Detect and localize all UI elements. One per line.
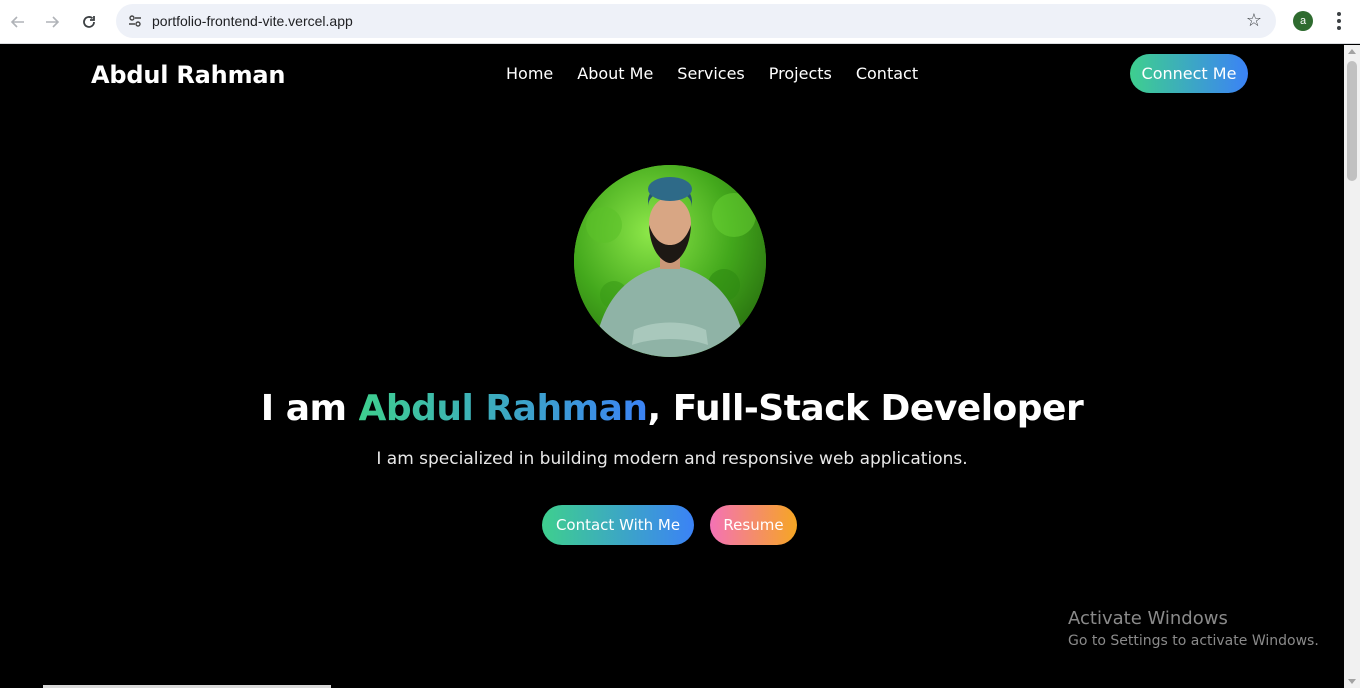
scrollbar-thumb[interactable] [1347,61,1357,181]
nav-home[interactable]: Home [506,64,553,83]
connect-me-button[interactable]: Connect Me [1130,54,1248,93]
headline-prefix: I am [260,388,359,429]
main-nav: Home About Me Services Projects Contact [506,64,942,83]
windows-activation-watermark: Activate Windows Go to Settings to activ… [1068,608,1319,649]
profile-avatar[interactable]: a [1293,11,1313,31]
browser-menu-icon[interactable] [1330,10,1348,32]
page-viewport: Abdul Rahman Home About Me Services Proj… [0,45,1344,688]
headline-suffix: , Full-Stack Developer [647,388,1084,429]
nav-projects[interactable]: Projects [769,64,832,83]
headline-name: Abdul Rahman [358,388,648,429]
contact-with-me-button[interactable]: Contact With Me [542,505,694,545]
profile-photo [574,165,766,357]
watermark-title: Activate Windows [1068,608,1228,629]
site-logo[interactable]: Abdul Rahman [91,61,285,89]
nav-services[interactable]: Services [677,64,744,83]
scroll-down-icon[interactable] [1348,679,1356,684]
url-text[interactable]: portfolio-frontend-vite.vercel.app [152,13,353,29]
forward-icon[interactable] [38,8,66,36]
hero-subtitle: I am specialized in building modern and … [376,449,968,469]
resume-button[interactable]: Resume [710,505,797,545]
nav-contact[interactable]: Contact [856,64,918,83]
browser-toolbar: portfolio-frontend-vite.vercel.app ☆ a [0,0,1360,44]
back-icon[interactable] [4,8,32,36]
scroll-up-icon[interactable] [1348,49,1356,54]
bookmark-star-icon[interactable]: ☆ [1246,10,1262,31]
nav-about[interactable]: About Me [577,64,653,83]
reload-icon[interactable] [75,8,103,36]
hero-headline: I am Abdul Rahman, Full-Stack Developer [0,388,1344,429]
site-info-icon[interactable] [124,10,146,32]
address-bar[interactable]: portfolio-frontend-vite.vercel.app ☆ [116,4,1276,38]
watermark-subtitle: Go to Settings to activate Windows. [1068,633,1319,649]
vertical-scrollbar[interactable] [1344,45,1360,688]
